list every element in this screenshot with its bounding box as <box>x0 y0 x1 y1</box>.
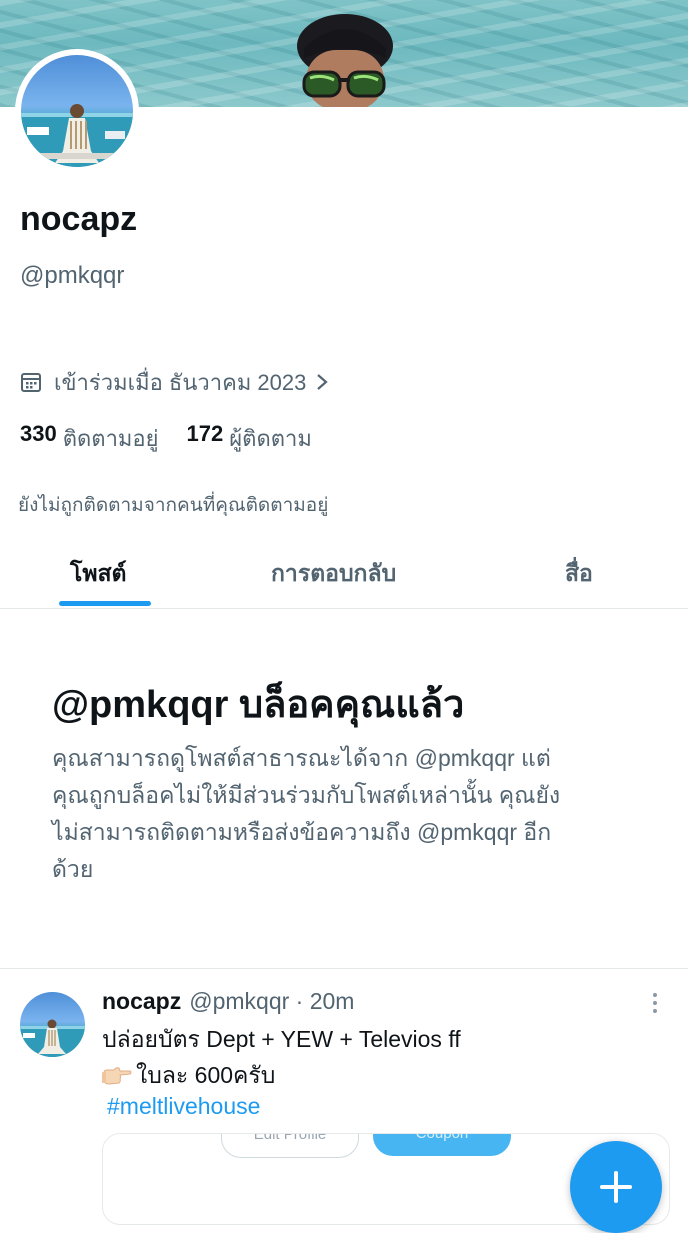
blocked-line: คุณสามารถดูโพสต์สาธารณะได้จาก @pmkqqr แต… <box>52 745 551 771</box>
tweet-avatar-figure <box>20 1019 85 1057</box>
avatar-figure <box>21 104 133 167</box>
tweet-text-line: ใบละ 600ครับ <box>102 1058 275 1094</box>
tweet-price-text: ใบละ 600ครับ <box>136 1062 276 1088</box>
divider <box>0 968 688 969</box>
embed-edit-profile-button: Edit Profile <box>221 1134 359 1158</box>
avatar-photo <box>21 55 133 167</box>
active-tab-indicator <box>59 601 151 606</box>
not-followed-note: ยังไม่ถูกติดตามจากคนที่คุณติดตามอยู่ <box>18 495 329 516</box>
embed-coupon-button: Coupon <box>373 1134 511 1156</box>
profile-tabs: โพสต์ การตอบกลับ สื่อ <box>0 540 688 609</box>
blocked-line: คุณถูกบล็อคไม่ให้มีส่วนร่วมกับโพสต์เหล่า… <box>52 782 561 808</box>
tweet-avatar[interactable] <box>20 992 85 1057</box>
tweet-meta: @pmkqqr · 20m <box>189 988 355 1014</box>
blocked-line: ไม่สามารถติดตามหรือส่งข้อความถึง @pmkqqr… <box>52 819 552 845</box>
blocked-line: ด้วย <box>52 856 94 882</box>
joined-date-text: เข้าร่วมเมื่อ ธันวาคม 2023 <box>54 369 307 395</box>
tweet-text-line: ปล่อยบัตร Dept + YEW + Televios ff <box>102 1026 461 1052</box>
tab-media[interactable]: สื่อ <box>565 556 593 592</box>
more-vertical-icon[interactable] <box>651 993 659 1017</box>
profile-avatar[interactable] <box>15 49 139 173</box>
followers-stat[interactable]: 172 ผู้ติดตาม <box>187 421 312 456</box>
followers-count: 172 <box>186 421 224 446</box>
tweet-header: nocapz @pmkqqr · 20m <box>102 988 354 1015</box>
blocked-message: คุณสามารถดูโพสต์สาธารณะได้จาก @pmkqqr แต… <box>52 740 652 888</box>
banner-person-image <box>297 14 393 107</box>
compose-button[interactable] <box>570 1141 662 1233</box>
tab-replies[interactable]: การตอบกลับ <box>271 556 396 592</box>
following-count: 330 <box>20 421 57 446</box>
follow-stats: 330 ติดตามอยู่ 172 ผู้ติดตาม <box>20 421 340 456</box>
pointing-hand-icon <box>102 1067 132 1085</box>
tweet-hashtag-link[interactable]: #meltlivehouse <box>107 1093 260 1120</box>
display-name: nocapz <box>20 200 138 238</box>
chevron-right-icon <box>317 374 329 390</box>
blocked-title: @pmkqqr บล็อคคุณแล้ว <box>52 684 465 726</box>
followers-label: ผู้ติดตาม <box>229 426 312 451</box>
tweet-author-name[interactable]: nocapz <box>102 988 181 1015</box>
joined-date-row[interactable]: เข้าร่วมเมื่อ ธันวาคม 2023 <box>20 366 342 398</box>
following-stat[interactable]: 330 ติดตามอยู่ <box>20 421 159 456</box>
tab-posts[interactable]: โพสต์ <box>70 556 127 592</box>
plus-icon <box>600 1171 632 1203</box>
profile-handle: @pmkqqr <box>20 262 125 289</box>
calendar-icon <box>21 373 41 392</box>
following-label: ติดตามอยู่ <box>62 426 159 451</box>
